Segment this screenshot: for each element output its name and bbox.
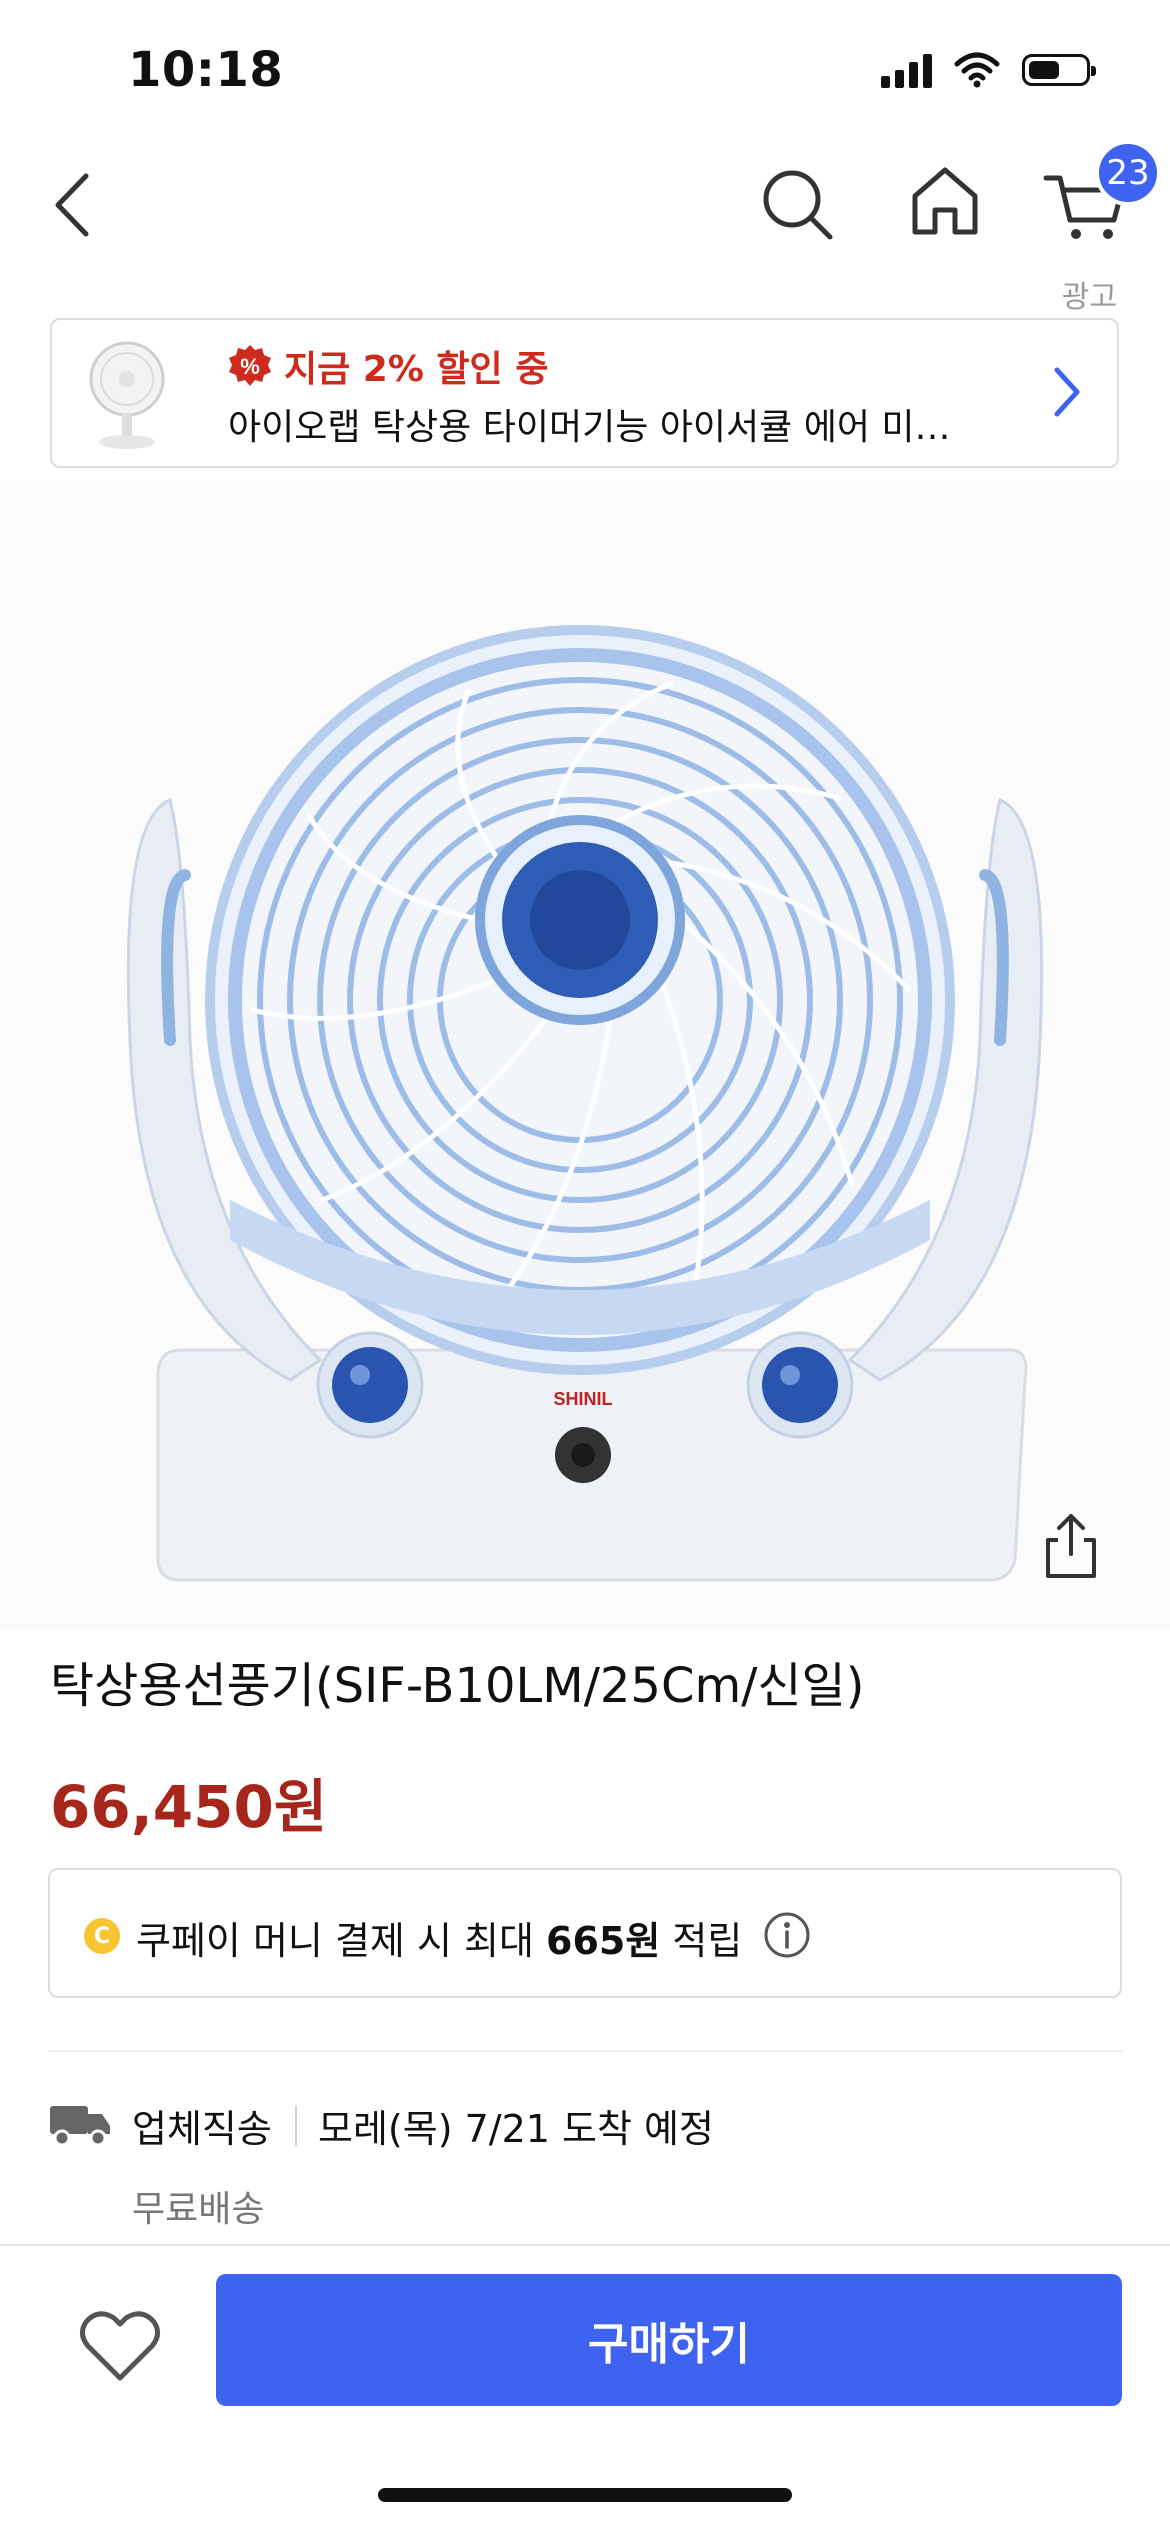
free-shipping-label: 무료배송	[132, 2189, 265, 2230]
cashback-suffix: 적립	[660, 1919, 743, 1963]
svg-text:SHINIL: SHINIL	[553, 1389, 612, 1409]
status-icons	[881, 52, 1096, 88]
chevron-right-icon	[1054, 367, 1080, 417]
ad-discount: % 지금 2% 할인 중	[228, 340, 548, 392]
back-chevron-icon[interactable]	[40, 160, 110, 250]
truck-icon	[50, 2106, 110, 2147]
bottom-action-bar: 구매하기	[0, 2244, 1170, 2534]
cashback-text: 쿠페이 머니 결제 시 최대 665원 적립	[136, 1910, 742, 1965]
shipping-arrival-date: 모레(목) 7/21 도착 예정	[318, 2107, 714, 2151]
product-image[interactable]: SHINIL	[0, 480, 1170, 1630]
home-icon[interactable]	[905, 160, 985, 240]
discount-badge-icon: %	[229, 345, 271, 386]
cellular-signal-icon	[881, 52, 932, 88]
product-title: 탁상용선풍기(SIF-B10LM/25Cm/신일)	[50, 1658, 865, 1714]
ad-fan-thumbnail	[89, 341, 165, 449]
share-icon[interactable]	[1040, 1510, 1102, 1582]
buy-button[interactable]: 구매하기	[216, 2274, 1122, 2406]
ad-product-title: 아이오랩 탁상용 타이머기능 아이서큘 에어 미…	[228, 407, 951, 448]
shipping-separator	[295, 2106, 297, 2146]
discount-text: 지금 2% 할인 중	[284, 349, 549, 390]
search-icon[interactable]	[758, 165, 838, 245]
product-price: 66,450원	[50, 1773, 328, 1841]
divider	[48, 2050, 1122, 2052]
wishlist-heart-icon[interactable]	[78, 2306, 162, 2386]
shipping-type: 업체직송	[132, 2107, 272, 2151]
svg-text:%: %	[240, 354, 260, 379]
cart-count-badge: 23	[1095, 140, 1161, 206]
ad-banner[interactable]: % 지금 2% 할인 중 아이오랩 탁상용 타이머기능 아이서큘 에어 미…	[50, 318, 1119, 468]
battery-icon	[1022, 54, 1096, 86]
cashback-amount: 665원	[546, 1919, 661, 1963]
home-indicator	[378, 2488, 792, 2502]
cashback-prefix: 쿠페이 머니 결제 시 최대	[136, 1919, 546, 1963]
ad-label: 광고	[1061, 280, 1117, 315]
wifi-icon	[954, 52, 1000, 88]
cashback-info[interactable]: C 쿠페이 머니 결제 시 최대 665원 적립	[48, 1868, 1122, 1998]
status-time: 10:18	[128, 42, 284, 98]
info-icon[interactable]	[762, 1910, 812, 1960]
coin-icon: C	[84, 1918, 120, 1954]
